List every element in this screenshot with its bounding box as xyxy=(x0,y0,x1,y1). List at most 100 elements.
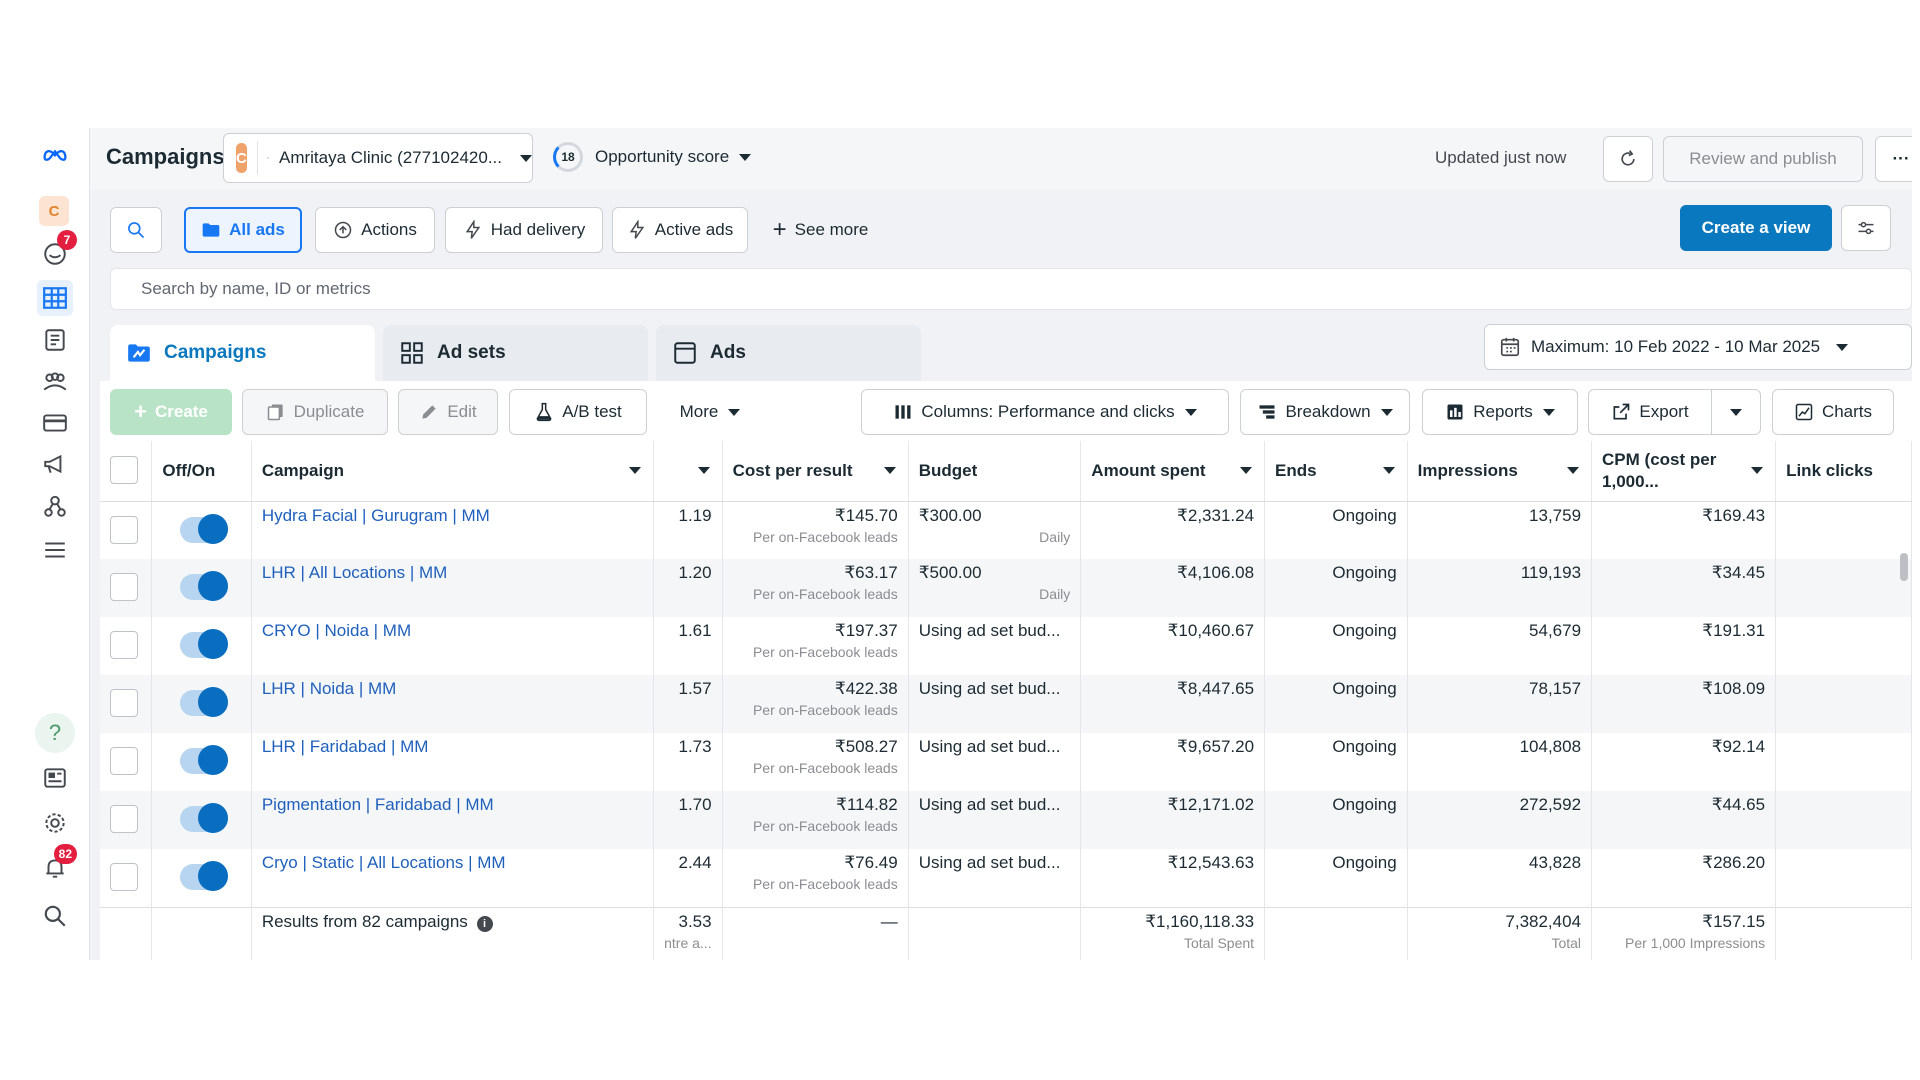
campaign-toggle[interactable] xyxy=(180,861,229,891)
megaphone-icon[interactable] xyxy=(37,446,73,482)
review-and-publish-button[interactable]: Review and publish xyxy=(1663,136,1863,182)
table-row[interactable]: LHR | Faridabad | MM 1.73 ₹508.27 Per on-… xyxy=(100,733,1912,791)
refresh-button[interactable] xyxy=(1603,136,1653,182)
cost-per-result-cell: ₹197.37 Per on-Facebook leads xyxy=(722,617,909,675)
had-delivery-filter[interactable]: Had delivery xyxy=(445,207,603,253)
col-amount-spent[interactable]: Amount spent xyxy=(1080,441,1266,502)
col-ends[interactable]: Ends xyxy=(1264,441,1408,502)
row-checkbox[interactable] xyxy=(110,631,138,659)
budget-cell: ₹500.00 Daily xyxy=(908,559,1082,617)
cpm-cell: ₹191.31 xyxy=(1591,617,1777,675)
edit-button[interactable]: Edit xyxy=(398,389,498,435)
date-range-picker[interactable]: Maximum: 10 Feb 2022 - 10 Mar 2025 xyxy=(1484,324,1912,370)
row-checkbox[interactable] xyxy=(110,515,138,544)
pages-icon[interactable] xyxy=(37,322,73,358)
breakdown-button[interactable]: Breakdown xyxy=(1240,389,1410,435)
col-off-on[interactable]: Off/On xyxy=(151,441,252,502)
breakdown-icon xyxy=(1259,405,1275,419)
col-cost-per-result[interactable]: Cost per result xyxy=(722,441,909,502)
breakdown-label: Breakdown xyxy=(1285,402,1371,421)
table-row[interactable]: LHR | All Locations | MM 1.20 ₹63.17 Per … xyxy=(100,559,1912,617)
col-impressions[interactable]: Impressions xyxy=(1407,441,1593,502)
search-icon[interactable] xyxy=(37,898,73,934)
help-icon[interactable]: ? xyxy=(35,713,75,753)
campaign-name-link[interactable]: Pigmentation | Faridabad | MM xyxy=(262,795,494,814)
see-more-filters[interactable]: + See more xyxy=(758,207,883,253)
notifications-bell-icon[interactable]: 82 xyxy=(37,844,77,886)
billing-card-icon[interactable] xyxy=(37,405,73,441)
view-settings-button[interactable] xyxy=(1841,205,1891,251)
footer-spent: ₹1,160,118.33 Total Spent xyxy=(1080,906,1266,960)
col-campaign[interactable]: Campaign xyxy=(251,441,655,502)
edit-label: Edit xyxy=(447,402,477,421)
campaign-name-link[interactable]: LHR | Noida | MM xyxy=(262,679,396,698)
reports-button[interactable]: Reports xyxy=(1422,389,1578,435)
tab-campaigns[interactable]: Campaigns xyxy=(110,325,375,381)
audiences-icon[interactable] xyxy=(37,363,73,399)
table-row[interactable]: LHR | Noida | MM 1.57 ₹422.38 Per on-Face… xyxy=(100,675,1912,733)
business-tools-icon[interactable] xyxy=(37,488,73,524)
charts-button[interactable]: Charts xyxy=(1772,389,1894,435)
grid-icon xyxy=(401,342,423,364)
vertical-scrollbar[interactable] xyxy=(1900,553,1908,581)
col-budget[interactable]: Budget xyxy=(908,441,1082,502)
table-row[interactable]: Cryo | Static | All Locations | MM 2.44 … xyxy=(100,849,1912,907)
campaign-name-link[interactable]: Cryo | Static | All Locations | MM xyxy=(262,853,506,872)
account-avatar[interactable]: C xyxy=(39,196,69,226)
col-cpm[interactable]: CPM (cost per 1,000... xyxy=(1591,441,1777,502)
more-options-button[interactable]: ··· xyxy=(1875,136,1912,182)
row-checkbox[interactable] xyxy=(110,805,138,833)
actions-filter[interactable]: Actions xyxy=(315,207,435,253)
campaign-name-link[interactable]: Hydra Facial | Gurugram | MM xyxy=(262,506,490,525)
row-toggle-cell xyxy=(151,733,252,791)
settings-gear-icon[interactable] xyxy=(37,805,73,841)
ab-test-button[interactable]: A/B test xyxy=(509,389,647,435)
alerts-icon[interactable]: 7 xyxy=(37,230,77,272)
campaign-toggle[interactable] xyxy=(180,687,229,717)
budget-value: Using ad set bud... xyxy=(918,737,1061,756)
account-selector[interactable]: C Amritaya Clinic (277102420... xyxy=(223,133,533,183)
tab-ad-sets[interactable]: Ad sets xyxy=(383,325,648,381)
opportunity-score[interactable]: 18 Opportunity score xyxy=(553,142,752,172)
active-ads-filter[interactable]: Active ads xyxy=(612,207,748,253)
campaign-name-link[interactable]: CRYO | Noida | MM xyxy=(262,621,411,640)
campaign-toggle[interactable] xyxy=(180,629,229,659)
menu-icon[interactable] xyxy=(37,532,73,568)
campaign-toggle[interactable] xyxy=(180,513,229,544)
search-input[interactable]: Search by name, ID or metrics xyxy=(110,268,1912,310)
table-row[interactable]: Pigmentation | Faridabad | MM 1.70 ₹114.… xyxy=(100,791,1912,849)
row-checkbox[interactable] xyxy=(110,747,138,775)
create-button[interactable]: + Create xyxy=(110,389,232,435)
campaign-toggle[interactable] xyxy=(180,571,229,601)
export-options-dropdown[interactable] xyxy=(1711,389,1761,435)
notifications-badge: 82 xyxy=(53,844,77,864)
table-row[interactable]: Hydra Facial | Gurugram | MM 1.19 ₹145.7… xyxy=(100,501,1912,559)
duplicate-button[interactable]: Duplicate xyxy=(242,389,388,435)
columns-button[interactable]: Columns: Performance and clicks xyxy=(861,389,1229,435)
footer-summary-label: Results from 82 campaigns xyxy=(261,911,468,931)
campaign-name-link[interactable]: LHR | All Locations | MM xyxy=(262,563,448,582)
table-row[interactable]: CRYO | Noida | MM 1.61 ₹197.37 Per on-Fac… xyxy=(100,617,1912,675)
info-icon[interactable]: i xyxy=(476,915,493,932)
tab-ads[interactable]: Ads xyxy=(656,325,921,381)
campaign-name-link[interactable]: LHR | Faridabad | MM xyxy=(262,737,429,756)
create-a-view-button[interactable]: Create a view xyxy=(1680,205,1832,251)
col-results[interactable] xyxy=(653,441,723,502)
select-all-checkbox[interactable] xyxy=(110,455,138,484)
meta-logo-icon[interactable] xyxy=(37,136,73,172)
search-toggle-button[interactable] xyxy=(110,207,162,253)
campaign-toggle[interactable] xyxy=(180,803,229,833)
all-ads-filter[interactable]: All ads xyxy=(184,207,302,253)
col-link-clicks[interactable]: Link clicks xyxy=(1775,441,1912,502)
budget-value: ₹500.00 xyxy=(918,563,982,582)
more-actions-button[interactable]: More xyxy=(659,389,761,435)
results-cell: 2.44 xyxy=(653,849,723,907)
impressions-cell: 43,828 xyxy=(1407,849,1593,907)
campaign-toggle[interactable] xyxy=(180,745,229,775)
row-checkbox[interactable] xyxy=(110,863,138,891)
campaigns-table-icon[interactable] xyxy=(37,280,73,316)
news-icon[interactable] xyxy=(37,760,73,796)
export-button[interactable]: Export xyxy=(1588,389,1712,435)
row-checkbox[interactable] xyxy=(110,689,138,717)
row-checkbox[interactable] xyxy=(110,573,138,601)
